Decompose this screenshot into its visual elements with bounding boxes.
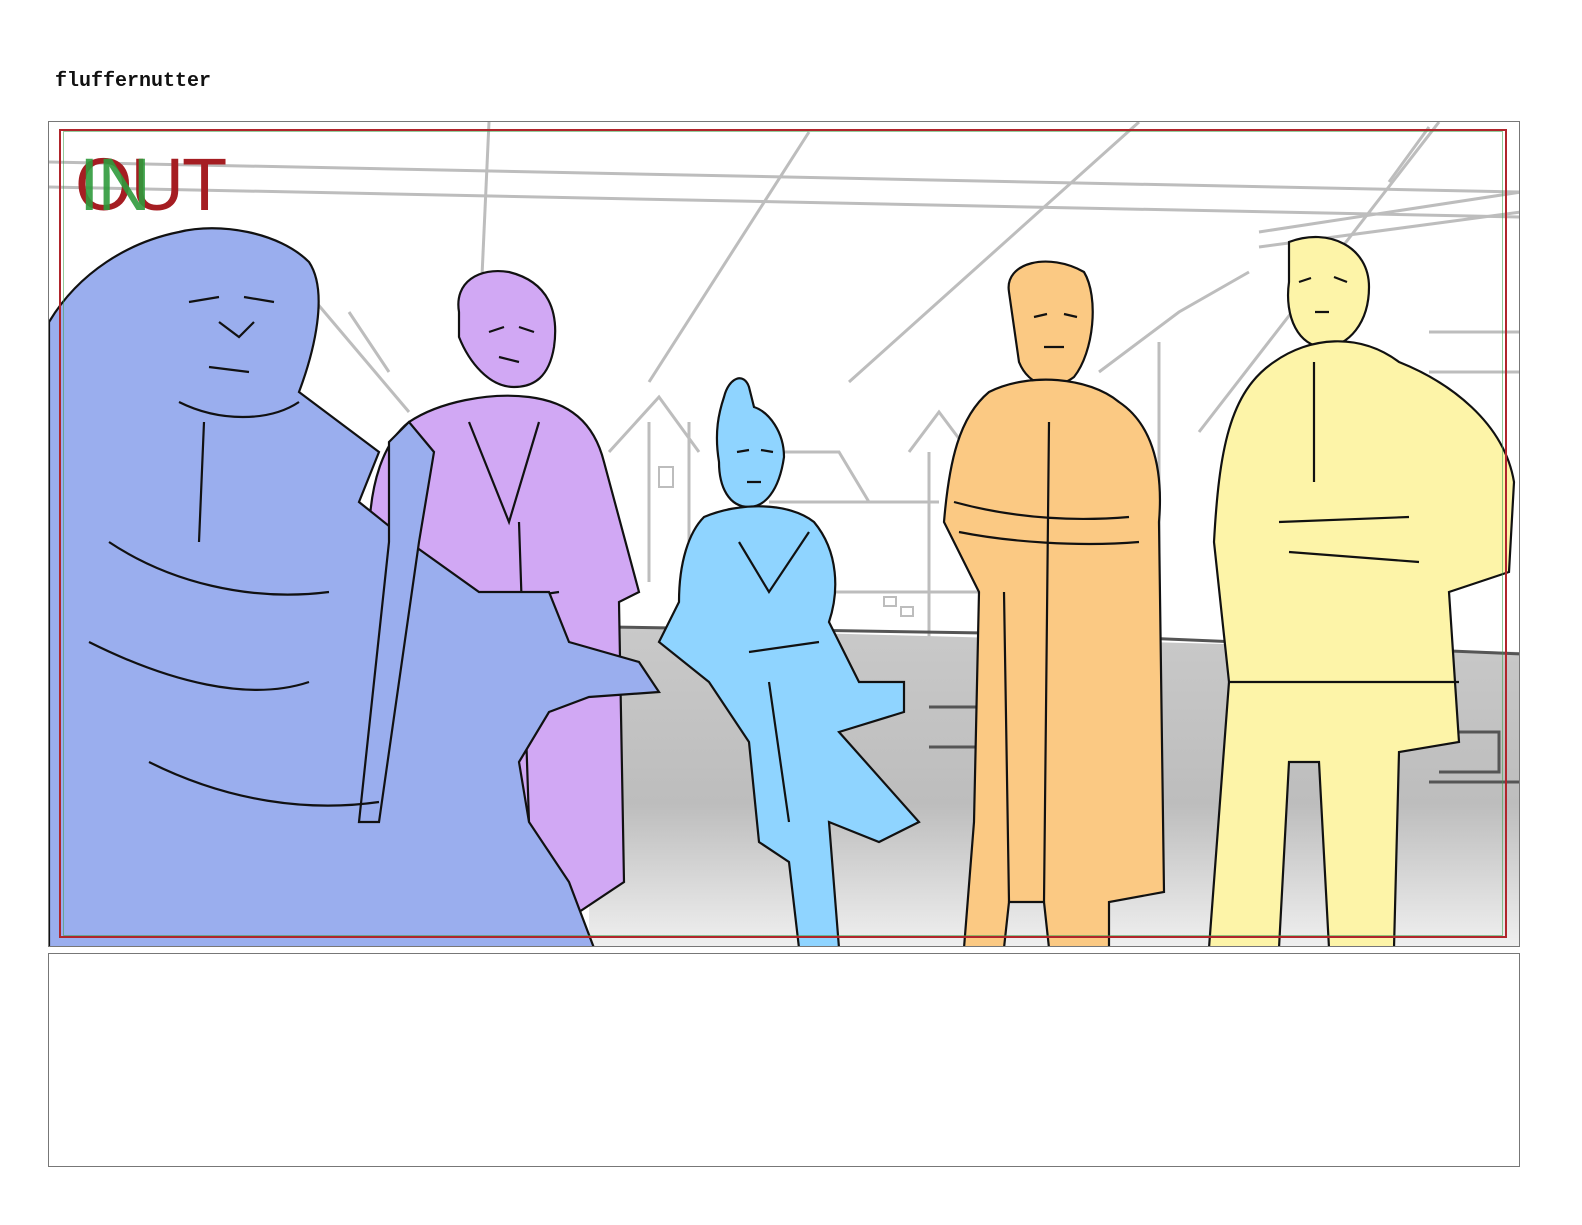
panel-illustration xyxy=(49,122,1519,946)
marker-in-label: IN xyxy=(79,143,151,226)
notes-box[interactable] xyxy=(48,953,1520,1167)
storyboard-panel: OUT IN xyxy=(48,121,1520,947)
character-figure-4 xyxy=(942,260,1166,946)
page-title: fluffernutter xyxy=(55,70,212,93)
